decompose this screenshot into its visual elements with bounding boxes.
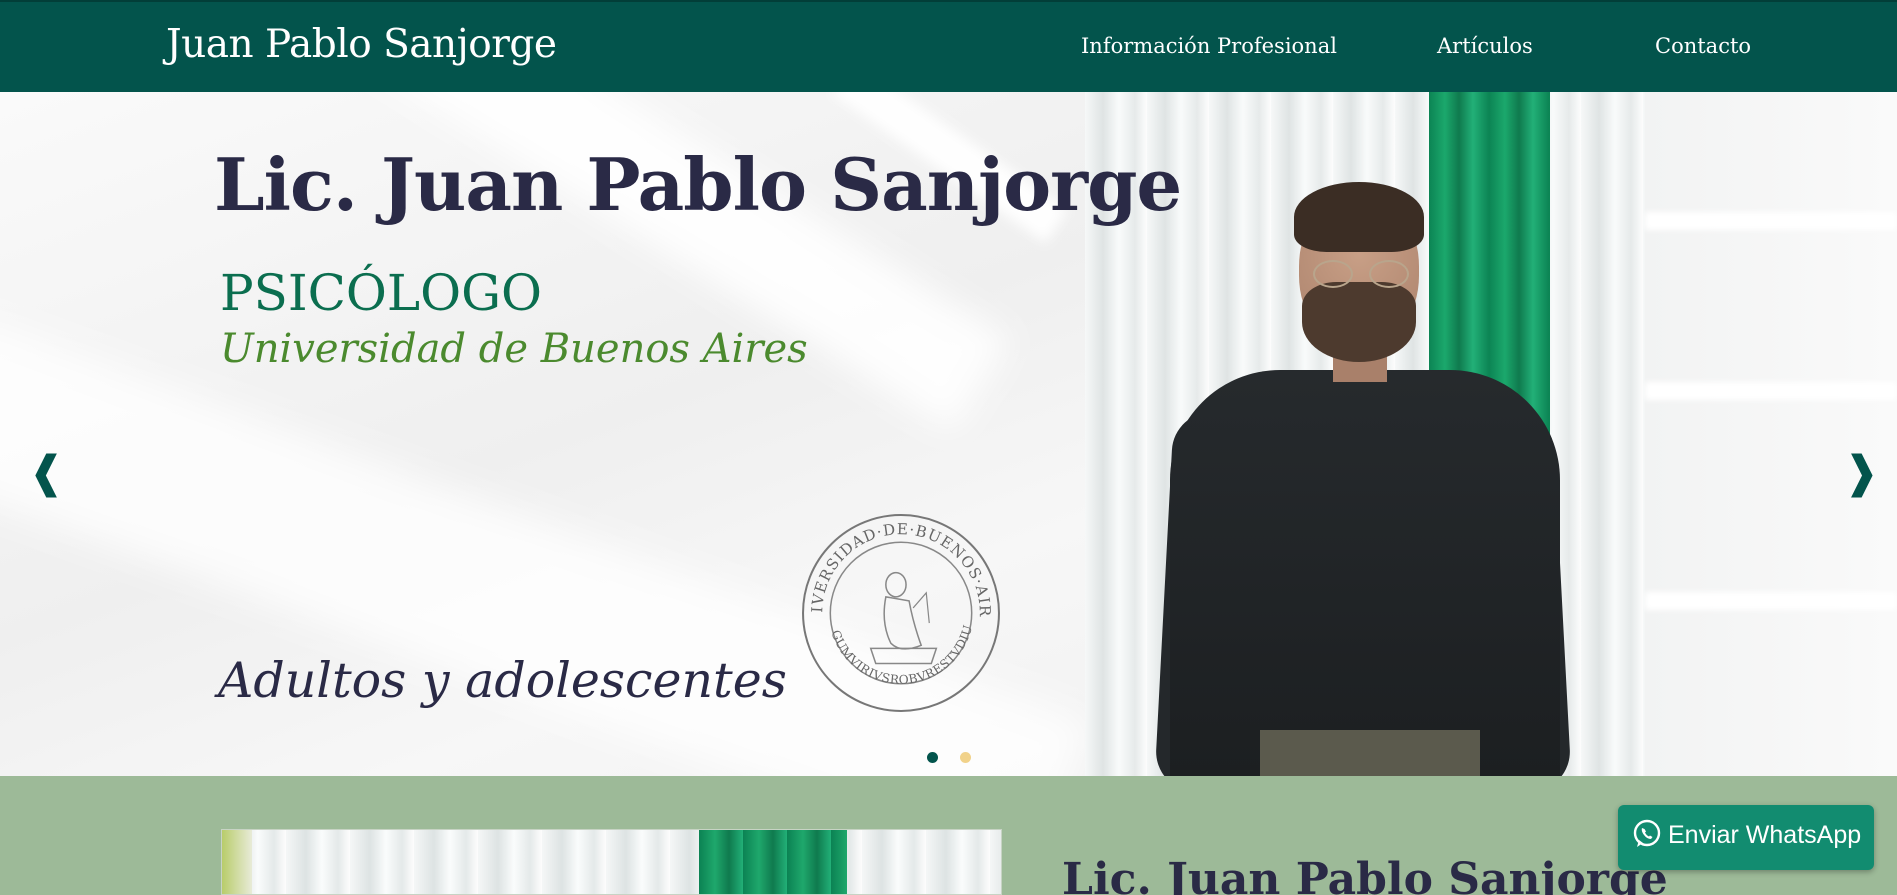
whatsapp-label: Enviar WhatsApp bbox=[1668, 821, 1862, 849]
hero-wall-background bbox=[1645, 92, 1897, 776]
brand-logo[interactable]: Juan Pablo Sanjorge bbox=[166, 22, 557, 67]
hero-profession: PSICÓLOGO bbox=[220, 264, 543, 322]
uba-seal-logo: UNIVERSIDAD·DE·BUENOS·AIRES ARGUMVIRIVSR… bbox=[800, 512, 1000, 712]
carousel-prev-button[interactable]: ❰ bbox=[28, 447, 65, 498]
nav-link-informacion-profesional[interactable]: Información Profesional bbox=[1081, 34, 1337, 58]
whatsapp-icon bbox=[1633, 819, 1661, 847]
about-section: Lic. Juan Pablo Sanjorge bbox=[0, 776, 1897, 895]
about-photo bbox=[221, 829, 1002, 895]
nav-link-articulos[interactable]: Artículos bbox=[1437, 34, 1533, 58]
about-title: Lic. Juan Pablo Sanjorge bbox=[1062, 854, 1668, 895]
hero-carousel: Lic. Juan Pablo Sanjorge PSICÓLOGO Unive… bbox=[0, 92, 1897, 776]
carousel-dot-2[interactable] bbox=[960, 752, 971, 763]
svg-text:UNIVERSIDAD·DE·BUENOS·AIRES: UNIVERSIDAD·DE·BUENOS·AIRES bbox=[800, 512, 994, 618]
hero-portrait-photo bbox=[1154, 142, 1572, 776]
hero-title: Lic. Juan Pablo Sanjorge bbox=[214, 142, 1182, 227]
nav-link-contacto[interactable]: Contacto bbox=[1655, 34, 1751, 58]
carousel-next-button[interactable]: ❱ bbox=[1843, 447, 1880, 498]
hero-audience: Adultos y adolescentes bbox=[218, 652, 787, 709]
hero-university: Universidad de Buenos Aires bbox=[220, 326, 808, 372]
carousel-dot-1[interactable] bbox=[927, 752, 938, 763]
whatsapp-button[interactable]: Enviar WhatsApp bbox=[1618, 805, 1874, 870]
navbar: Juan Pablo Sanjorge Información Profesio… bbox=[0, 0, 1897, 92]
